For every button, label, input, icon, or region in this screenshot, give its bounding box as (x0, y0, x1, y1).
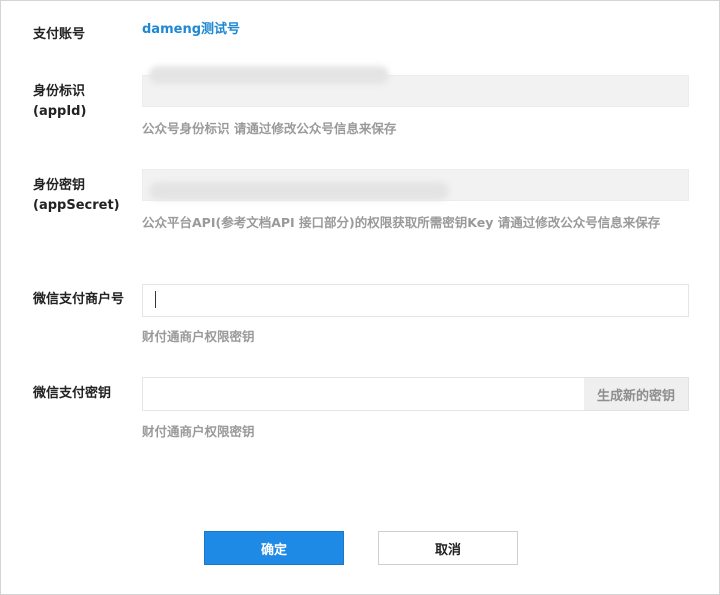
appsecret-label-line2: (appSecret) (33, 198, 120, 213)
appid-label-line1: 身份标识 (33, 84, 86, 99)
account-value-link[interactable]: dameng测试号 (142, 18, 240, 37)
appid-hint: 公众号身份标识 请通过修改公众号信息来保存 (142, 121, 397, 136)
merchant-key-label: 微信支付密钥 (33, 386, 112, 401)
merchant-id-hint: 财付通商户权限密钥 (142, 329, 255, 344)
appsecret-hint: 公众平台API(参考文档API 接口部分)的权限获取所需密钥Key 请通过修改公… (142, 215, 661, 230)
appid-label-line2: (appId) (33, 104, 87, 119)
appid-label: 身份标识 (appId) (33, 82, 86, 122)
merchant-key-hint: 财付通商户权限密钥 (142, 424, 255, 439)
generate-key-button[interactable]: 生成新的密钥 (584, 377, 689, 411)
confirm-button[interactable]: 确定 (204, 531, 344, 565)
merchant-id-label: 微信支付商户号 (33, 292, 125, 307)
appsecret-label-line1: 身份密钥 (33, 178, 86, 193)
redaction-blur (149, 66, 389, 84)
merchant-key-input[interactable] (142, 377, 585, 411)
redaction-blur (149, 182, 449, 200)
merchant-id-input[interactable] (142, 284, 689, 317)
cancel-button[interactable]: 取消 (378, 531, 518, 565)
appid-field (142, 66, 689, 107)
appsecret-field (142, 169, 689, 201)
account-label: 支付账号 (33, 27, 86, 42)
text-caret (155, 291, 156, 308)
appsecret-label: 身份密钥 (appSecret) (33, 176, 120, 216)
payment-settings-dialog: 支付账号 dameng测试号 身份标识 (appId) 公众号身份标识 请通过修… (0, 0, 720, 595)
